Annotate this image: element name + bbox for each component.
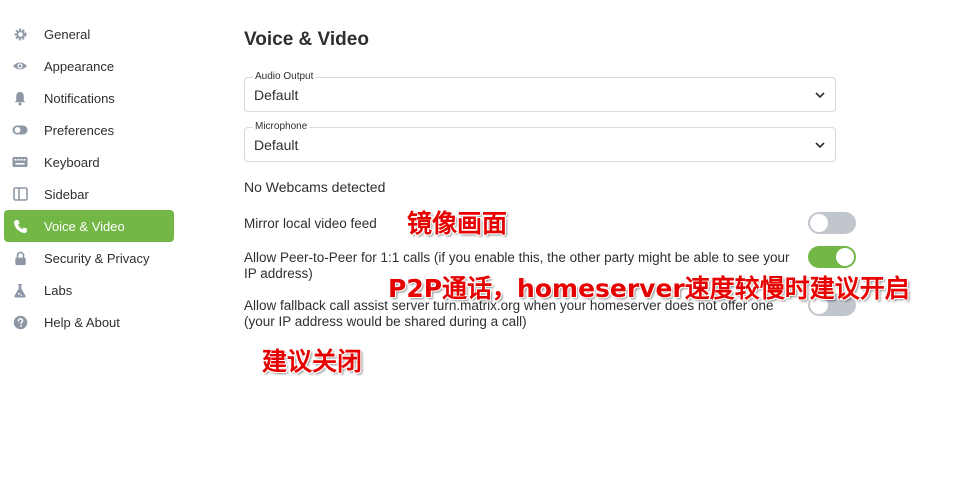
sidebar-item-label: Voice & Video [44, 219, 125, 234]
help-icon [12, 314, 28, 330]
sidebar-item-help-about[interactable]: Help & About [4, 306, 174, 338]
sidebar-item-keyboard[interactable]: Keyboard [4, 146, 174, 178]
lock-icon [12, 250, 28, 266]
sidebar-item-appearance[interactable]: Appearance [4, 50, 174, 82]
settings-sidebar: General Appearance Notifications Prefere… [0, 18, 180, 338]
flask-icon [12, 282, 28, 298]
toggle-knob [810, 214, 828, 232]
phone-icon [12, 218, 28, 234]
sidebar-item-label: Security & Privacy [44, 251, 150, 266]
sidebar-item-preferences[interactable]: Preferences [4, 114, 174, 146]
sidebar-item-sidebar[interactable]: Sidebar [4, 178, 174, 210]
sidebar-item-label: Help & About [44, 315, 120, 330]
keyboard-icon [12, 154, 28, 170]
sidebar-item-label: Preferences [44, 123, 115, 138]
microphone-value: Default [254, 137, 299, 153]
sidebar-item-label: Sidebar [44, 187, 89, 202]
sidebar-item-notifications[interactable]: Notifications [4, 82, 174, 114]
sidebar-item-general[interactable]: General [4, 18, 174, 50]
chevron-down-icon [815, 92, 825, 99]
sidebar-item-labs[interactable]: Labs [4, 274, 174, 306]
mirror-video-label: Mirror local video feed [244, 216, 377, 231]
microphone-select[interactable]: Microphone Default [244, 121, 836, 162]
microphone-label: Microphone [253, 121, 310, 133]
audio-output-select[interactable]: Audio Output Default [244, 71, 836, 112]
sidebar-item-label: General [44, 27, 91, 42]
sidebar-item-label: Keyboard [44, 155, 100, 170]
page-title: Voice & Video [244, 29, 369, 50]
peer-to-peer-toggle[interactable] [808, 246, 856, 268]
no-webcams-text: No Webcams detected [244, 179, 386, 195]
gear-icon [12, 26, 28, 42]
settings-window: General Appearance Notifications Prefere… [0, 0, 956, 503]
annotation-p2p: P2P通话，homeserver速度较慢时建议开启 [388, 274, 910, 303]
annotation-fallback: 建议关闭 [262, 347, 363, 376]
mirror-video-toggle[interactable] [808, 212, 856, 234]
audio-output-label: Audio Output [253, 71, 316, 83]
sidebar-item-voice-video[interactable]: Voice & Video [4, 210, 174, 242]
chevron-down-icon [815, 142, 825, 149]
audio-output-value: Default [254, 87, 299, 103]
sidebar-icon [12, 186, 28, 202]
eye-icon [12, 58, 28, 74]
sidebar-item-label: Notifications [44, 91, 115, 106]
sidebar-item-label: Labs [44, 283, 73, 298]
bell-icon [12, 90, 28, 106]
sidebar-item-security-privacy[interactable]: Security & Privacy [4, 242, 174, 274]
toggle-knob [836, 248, 854, 266]
annotation-mirror: 镜像画面 [407, 209, 508, 238]
sidebar-item-label: Appearance [44, 59, 115, 74]
toggle-icon [12, 122, 28, 138]
